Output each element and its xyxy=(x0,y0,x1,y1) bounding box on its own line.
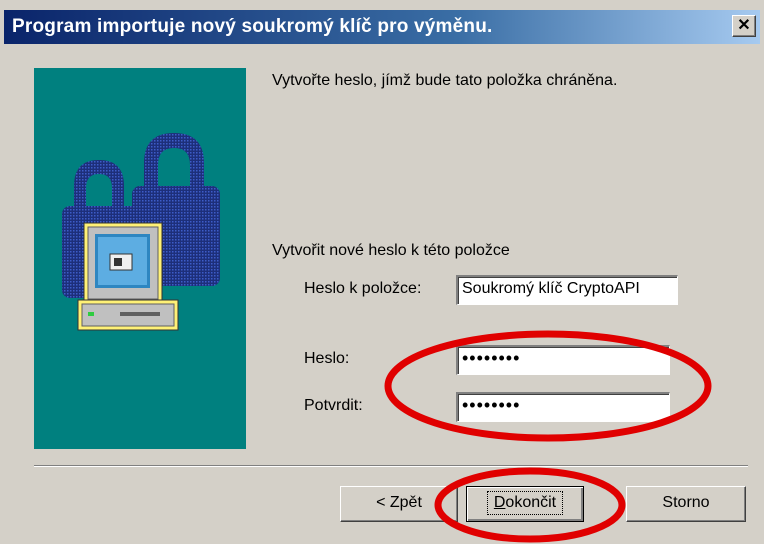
confirm-password-field[interactable]: •••••••• xyxy=(456,392,670,422)
item-label: Heslo k položce: xyxy=(304,280,422,297)
section-label: Vytvořit nové heslo k této položce xyxy=(272,242,510,259)
import-dialog: Program importuje nový soukromý klíč pro… xyxy=(0,0,764,544)
wizard-side-image xyxy=(34,68,246,449)
password-label: Heslo: xyxy=(304,350,350,367)
computer-with-padlocks-icon xyxy=(62,133,220,331)
finish-button-label: Dokončit xyxy=(486,491,564,515)
intro-text: Vytvořte heslo, jímž bude tato položka c… xyxy=(272,72,618,89)
finish-label-rest: okončit xyxy=(505,494,557,511)
window-title: Program importuje nový soukromý klíč pro… xyxy=(12,16,493,37)
item-name-field[interactable]: Soukromý klíč CryptoAPI xyxy=(456,275,678,305)
cancel-button-label: Storno xyxy=(662,494,710,511)
back-button[interactable]: < Zpět xyxy=(340,486,458,522)
title-bar[interactable]: Program importuje nový soukromý klíč pro… xyxy=(4,10,760,44)
close-icon: ✕ xyxy=(737,17,751,34)
finish-button[interactable]: Dokončit xyxy=(466,486,584,522)
back-button-label: < Zpět xyxy=(376,494,422,511)
cancel-button[interactable]: Storno xyxy=(626,486,746,522)
confirm-label: Potvrdit: xyxy=(304,397,363,414)
separator xyxy=(34,465,748,467)
close-button[interactable]: ✕ xyxy=(732,15,756,37)
password-field[interactable]: •••••••• xyxy=(456,345,670,375)
finish-mnemonic: D xyxy=(493,494,506,511)
